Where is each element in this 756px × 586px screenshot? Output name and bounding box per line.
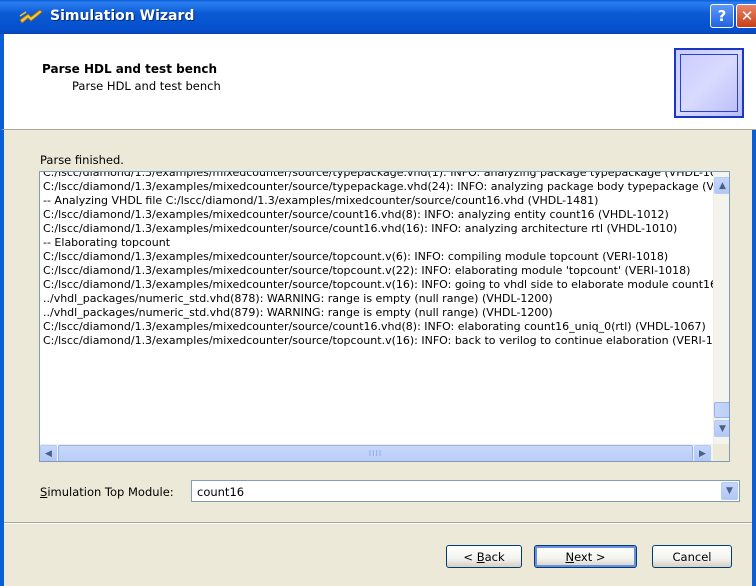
chevron-down-icon: ▼ — [719, 423, 726, 434]
grip-icon: IIII — [368, 449, 383, 458]
log-line: C:/lscc/diamond/1.3/examples/mixedcounte… — [43, 208, 669, 221]
horizontal-scrollbar[interactable]: ◀ IIII ▶ — [40, 444, 713, 461]
page-title: Parse HDL and test bench — [42, 62, 218, 76]
log-line: -- Analyzing VHDL file C:/lscc/diamond/1… — [43, 194, 599, 207]
scroll-corner — [713, 444, 729, 461]
help-button[interactable]: ? — [710, 4, 734, 28]
back-button[interactable]: < Back — [446, 545, 522, 568]
back-button-label: ack — [484, 549, 505, 564]
top-module-select[interactable]: count16 ▼ — [191, 480, 740, 502]
page-subtitle: Parse HDL and test bench — [72, 79, 221, 93]
log-line: C:/lscc/diamond/1.3/examples/mixedcounte… — [43, 180, 713, 193]
top-module-label: Simulation Top Module: — [40, 485, 174, 499]
log-line: ../vhdl_packages/numeric_std.vhd(879): W… — [43, 306, 553, 319]
scroll-up-button[interactable]: ▲ — [714, 177, 729, 194]
log-line: C:/lscc/diamond/1.3/examples/mixedcounte… — [43, 250, 669, 263]
chevron-down-icon: ▼ — [726, 486, 733, 496]
log-line: C:/lscc/diamond/1.3/examples/mixedcounte… — [43, 320, 706, 333]
log-line: -- Elaborating topcount — [43, 236, 171, 249]
wizard-header: Parse HDL and test bench Parse HDL and t… — [0, 34, 756, 130]
cancel-button[interactable]: Cancel — [652, 545, 732, 568]
close-icon: ✕ — [740, 7, 754, 25]
log-line: ../vhdl_packages/numeric_std.vhd(878): W… — [43, 292, 553, 305]
parse-status-label: Parse finished. — [40, 153, 124, 167]
wizard-banner-image — [674, 48, 744, 118]
chevron-left-icon: ◀ — [45, 448, 52, 459]
help-icon: ? — [717, 7, 727, 25]
vertical-scrollbar[interactable]: ▲ ▼ — [713, 172, 729, 444]
chevron-up-icon: ▲ — [719, 180, 726, 191]
log-line: C:/lscc/diamond/1.3/examples/mixedcounte… — [43, 222, 678, 235]
window-border-left — [0, 130, 4, 586]
log-line: C:/lscc/diamond/1.3/examples/mixedcounte… — [43, 278, 713, 291]
log-line: C:/lscc/diamond/1.3/examples/mixedcounte… — [43, 264, 691, 277]
scroll-left-button[interactable]: ◀ — [40, 445, 57, 461]
horizontal-scroll-thumb[interactable]: IIII — [58, 445, 693, 461]
next-button-label: ext > — [574, 549, 606, 564]
back-button-mnemonic: B — [476, 549, 485, 564]
back-button-prefix: < — [463, 549, 477, 564]
log-line: C:/lscc/diamond/1.3/examples/mixedcounte… — [43, 171, 713, 179]
window-title: Simulation Wizard — [50, 8, 195, 24]
parse-log-output[interactable]: C:/lscc/diamond/1.3/examples/mixedcounte… — [39, 171, 730, 462]
next-button[interactable]: Next > — [534, 545, 637, 568]
footer-divider — [4, 522, 752, 524]
window-border-right — [752, 130, 756, 586]
log-line: C:/lscc/diamond/1.3/examples/mixedcounte… — [43, 334, 713, 347]
top-module-value: count16 — [197, 485, 245, 499]
scroll-right-button[interactable]: ▶ — [694, 445, 711, 461]
close-button[interactable]: ✕ — [736, 4, 756, 28]
next-button-mnemonic: N — [565, 549, 575, 564]
scroll-down-button[interactable]: ▼ — [714, 420, 729, 437]
top-module-dropdown-button[interactable]: ▼ — [721, 482, 738, 500]
app-icon — [19, 9, 43, 24]
chevron-right-icon: ▶ — [699, 448, 706, 459]
vertical-scroll-thumb[interactable] — [714, 402, 729, 418]
cancel-button-label: Cancel — [672, 549, 712, 564]
log-lines: C:/lscc/diamond/1.3/examples/mixedcounte… — [43, 171, 713, 348]
top-module-label-text: imulation Top Module: — [47, 485, 174, 499]
title-bar[interactable]: Simulation Wizard ? ✕ — [0, 0, 756, 34]
